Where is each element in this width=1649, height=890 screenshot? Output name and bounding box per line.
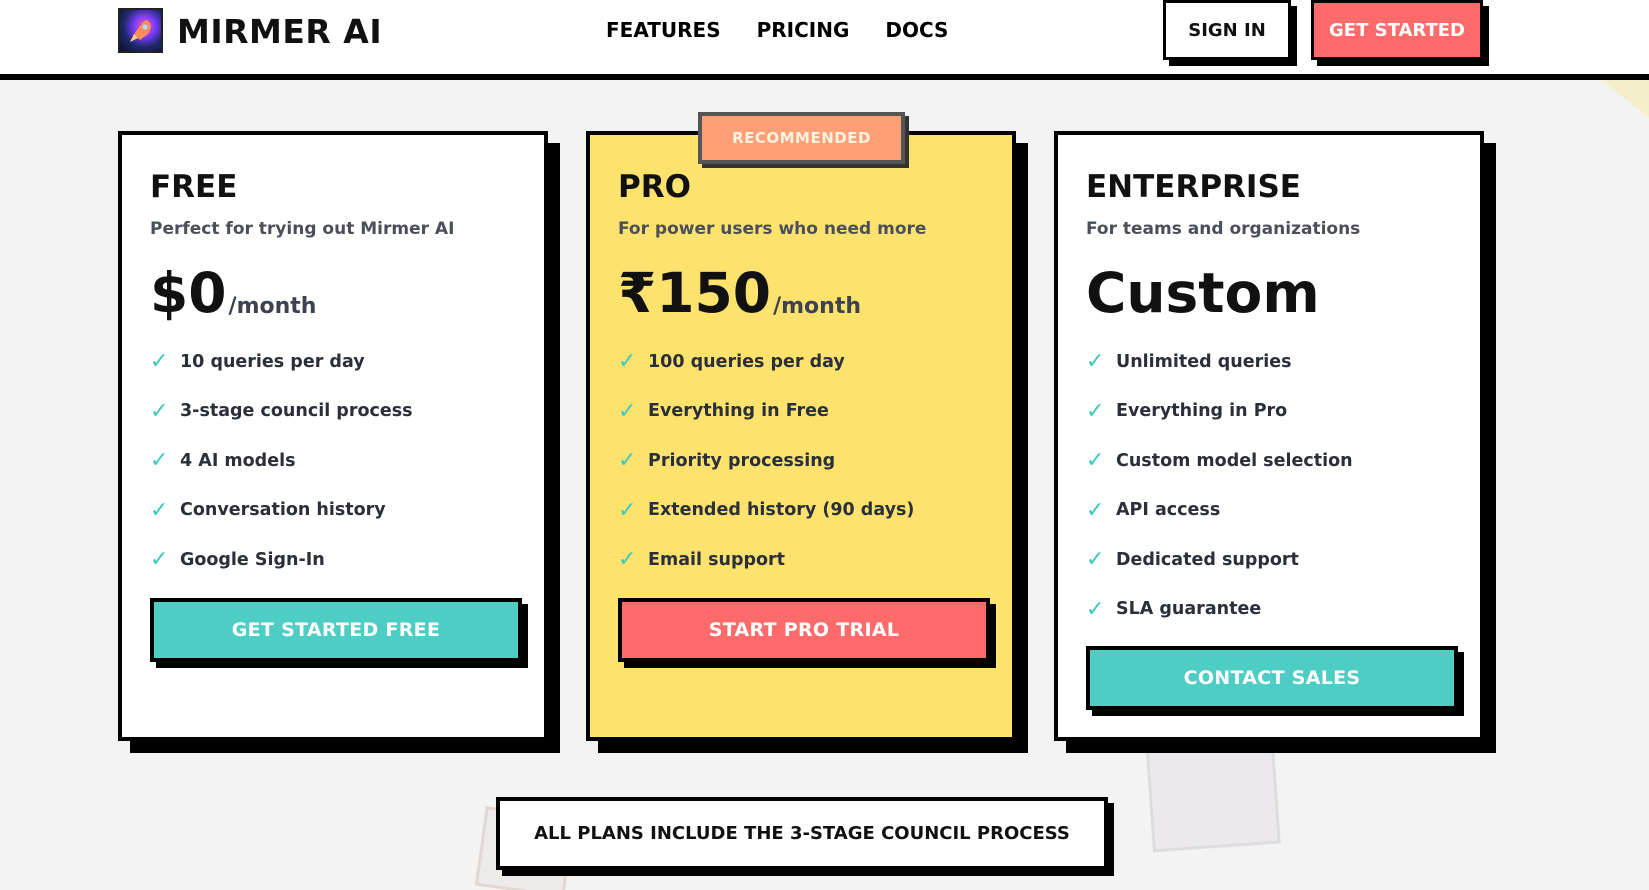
feature-item: ✓ Everything in Pro xyxy=(1086,398,1288,424)
price-row: $0 /month xyxy=(150,257,518,321)
feature-item: ✓ Custom model selection xyxy=(1086,448,1353,474)
get-started-free-button[interactable]: GET STARTED FREE xyxy=(150,598,522,662)
check-icon: ✓ xyxy=(618,497,637,523)
feature-list: ✓ Unlimited queries ✓ Everything in Pro ✓ C… xyxy=(1086,337,1454,634)
check-icon: ✓ xyxy=(618,448,637,474)
check-icon: ✓ xyxy=(618,349,637,375)
nav-features[interactable]: FEATURES xyxy=(606,18,721,42)
feature-list: ✓ 10 queries per day ✓ 3-stage council pro… xyxy=(150,337,518,585)
plan-price: ₹150 xyxy=(618,261,772,325)
check-icon: ✓ xyxy=(618,398,637,424)
sign-in-button[interactable]: SIGN IN xyxy=(1163,0,1291,60)
feature-item: ✓ Conversation history xyxy=(150,497,386,523)
nav-docs[interactable]: DOCS xyxy=(885,18,948,42)
plan-period: /month xyxy=(228,294,317,319)
main-nav: FEATURES PRICING DOCS xyxy=(606,18,948,42)
plan-name: FREE xyxy=(150,169,238,205)
get-started-button[interactable]: GET STARTED xyxy=(1311,0,1483,60)
check-icon: ✓ xyxy=(1086,398,1105,424)
check-icon: ✓ xyxy=(1086,596,1105,622)
plans-include-banner: ALL PLANS INCLUDE THE 3-STAGE COUNCIL PR… xyxy=(496,797,1108,870)
check-icon: ✓ xyxy=(150,448,169,474)
check-icon: ✓ xyxy=(150,398,169,424)
plan-card-enterprise: ENTERPRISE For teams and organizations C… xyxy=(1054,131,1484,741)
check-icon: ✓ xyxy=(1086,349,1105,375)
logo-icon[interactable] xyxy=(118,8,163,53)
check-icon: ✓ xyxy=(618,547,637,573)
feature-item: ✓ 100 queries per day xyxy=(618,349,845,375)
plan-description: For power users who need more xyxy=(618,219,927,239)
feature-item: ✓ Unlimited queries xyxy=(1086,349,1292,375)
plan-name: ENTERPRISE xyxy=(1086,169,1301,205)
contact-sales-button[interactable]: CONTACT SALES xyxy=(1086,646,1458,710)
plan-period: /month xyxy=(773,294,861,319)
check-icon: ✓ xyxy=(150,547,169,573)
feature-item: ✓ Everything in Free xyxy=(618,398,829,424)
feature-item: ✓ Extended history (90 days) xyxy=(618,497,915,523)
feature-item: ✓ 4 AI models xyxy=(150,448,296,474)
feature-item: ✓ 10 queries per day xyxy=(150,349,365,375)
feature-item: ✓ Email support xyxy=(618,547,786,573)
plan-name: PRO xyxy=(618,169,691,205)
price-row: ₹150 /month xyxy=(618,257,986,321)
feature-item: ✓ Priority processing xyxy=(618,448,836,474)
site-header: MIRMER AI FEATURES PRICING DOCS SIGN IN … xyxy=(0,0,1649,80)
brand-name[interactable]: MIRMER AI xyxy=(177,12,382,51)
start-pro-trial-button[interactable]: START PRO TRIAL xyxy=(618,598,990,662)
plan-price: Custom xyxy=(1086,261,1320,325)
check-icon: ✓ xyxy=(1086,497,1105,523)
check-icon: ✓ xyxy=(150,497,169,523)
check-icon: ✓ xyxy=(1086,547,1105,573)
price-row: Custom xyxy=(1086,257,1454,321)
plan-card-free: FREE Perfect for trying out Mirmer AI $0… xyxy=(118,131,548,741)
feature-item: ✓ SLA guarantee xyxy=(1086,596,1262,622)
recommended-badge: RECOMMENDED xyxy=(698,112,905,164)
plan-card-pro: PRO For power users who need more ₹150 /… xyxy=(586,131,1016,741)
rocket-icon xyxy=(129,19,151,42)
feature-list: ✓ 100 queries per day ✓ Everything in Free… xyxy=(618,337,986,585)
plan-price: $0 xyxy=(150,261,227,325)
plan-description: Perfect for trying out Mirmer AI xyxy=(150,219,455,239)
feature-item: ✓ Dedicated support xyxy=(1086,547,1299,573)
feature-item: ✓ Google Sign-In xyxy=(150,547,325,573)
nav-pricing[interactable]: PRICING xyxy=(757,18,850,42)
check-icon: ✓ xyxy=(150,349,169,375)
check-icon: ✓ xyxy=(1086,448,1105,474)
plan-description: For teams and organizations xyxy=(1086,219,1361,239)
feature-item: ✓ API access xyxy=(1086,497,1221,523)
decorative-shape xyxy=(1599,78,1649,118)
feature-item: ✓ 3-stage council process xyxy=(150,398,413,424)
